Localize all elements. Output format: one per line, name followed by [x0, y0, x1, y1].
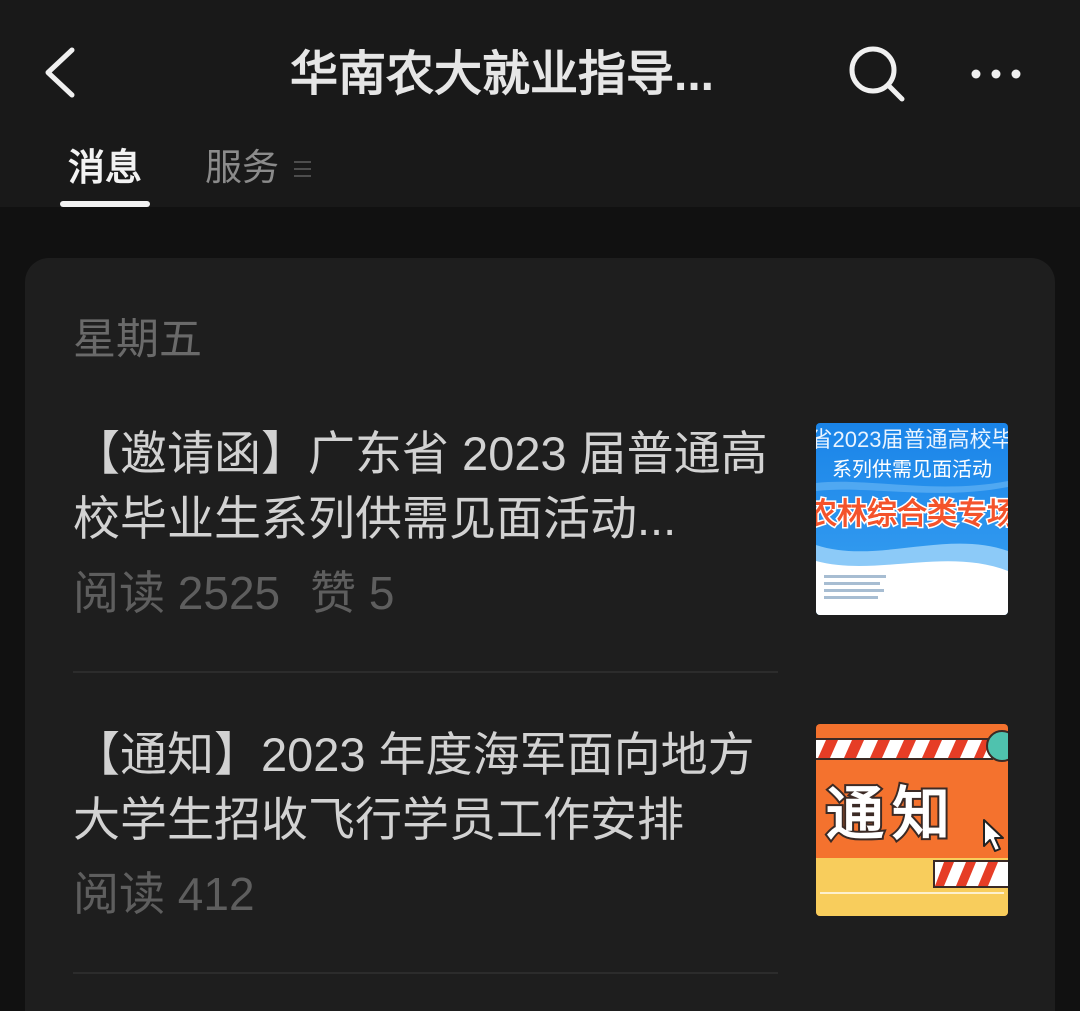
thumbnail-subtitle: 系列供需见面活动: [832, 458, 992, 481]
tab-messages[interactable]: 消息: [68, 144, 142, 192]
article-thumbnail: 省2023届普通高校毕 系列供需见面活动 农林综合类专场: [816, 423, 1008, 615]
read-label: 阅读: [73, 868, 165, 920]
like-label: 赞: [310, 567, 357, 619]
thumbnail-image: 省2023届普通高校毕 系列供需见面活动 农林综合类专场: [816, 423, 1008, 615]
article-stats: 阅读 2525 赞 5: [73, 565, 425, 621]
read-value: 412: [177, 868, 255, 920]
search-button[interactable]: [838, 36, 912, 110]
like-value: 5: [368, 567, 395, 619]
read-value: 2525: [177, 567, 281, 619]
date-label: 星期五: [73, 316, 202, 364]
menu-icon[interactable]: [294, 161, 311, 179]
page-title: 华南农大就业指导...: [290, 48, 715, 101]
read-count: 阅读 412: [73, 868, 255, 920]
active-tab-indicator: [60, 201, 150, 207]
thumbnail-headline: 省2023届普通高校毕: [816, 427, 1008, 452]
article-stats: 阅读 412: [73, 866, 285, 922]
thumbnail-banner: 农林综合类专场: [816, 497, 1008, 531]
more-button[interactable]: [962, 52, 1032, 98]
article-title: 【通知】2023 年度海军面向地方大学生招收飞行学员工作安排: [73, 728, 755, 846]
search-icon: [849, 46, 905, 102]
chevron-left-icon: [45, 47, 75, 98]
divider: [73, 671, 778, 673]
thumbnail-headline: 通知: [826, 782, 958, 847]
message-card: 星期五 【邀请函】广东省 2023 届普通高校毕业生系列供需见面活动... 阅读…: [25, 258, 1055, 1011]
divider: [73, 972, 778, 974]
back-button[interactable]: [32, 40, 92, 106]
thumbnail-image: 通知: [816, 724, 1008, 916]
tab-services[interactable]: 服务: [205, 144, 279, 192]
article-item[interactable]: 【通知】2023 年度海军面向地方大学生招收飞行学员工作安排 阅读 412 通知: [73, 722, 1008, 974]
read-count: 阅读 2525: [73, 567, 280, 619]
read-label: 阅读: [73, 567, 165, 619]
more-horizontal-icon: [971, 69, 1021, 79]
top-bar: 华南农大就业指导... 消息 服务: [0, 0, 1080, 207]
article-thumbnail: 通知: [816, 724, 1008, 916]
article-item[interactable]: 【邀请函】广东省 2023 届普通高校毕业生系列供需见面活动... 阅读 252…: [73, 421, 1008, 673]
article-title: 【邀请函】广东省 2023 届普通高校毕业生系列供需见面活动...: [73, 427, 768, 545]
like-count: 赞 5: [310, 567, 394, 619]
